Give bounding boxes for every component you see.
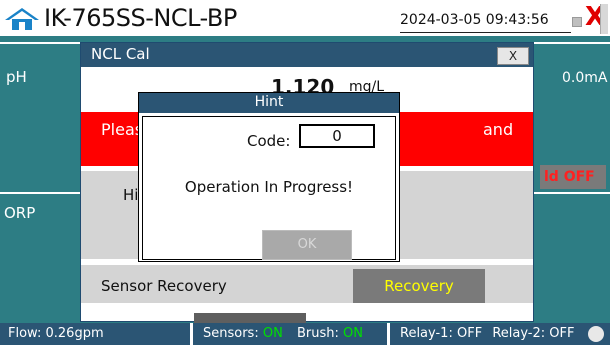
relay2-label: Relay-2:	[492, 326, 546, 341]
status-bar: Flow: 0.26gpm Sensors: ON Brush: ON Rela…	[0, 323, 610, 345]
ok-button[interactable]: OK	[262, 230, 352, 260]
status-circle-icon[interactable]	[588, 326, 604, 342]
code-input[interactable]: 0	[299, 124, 375, 148]
relay2-value: OFF	[549, 326, 575, 341]
hint-titlebar: Hint	[139, 93, 399, 113]
relay-status: Relay-1: OFF Relay-2: OFF	[390, 323, 584, 345]
app-title: IK-765SS-NCL-BP	[44, 4, 237, 32]
ncl-cal-titlebar: NCL Cal X	[81, 43, 533, 67]
orp-label: ORP	[4, 204, 36, 222]
sensors-brush-status: Sensors: ON Brush: ON	[193, 323, 387, 345]
flow-value: 0.26gpm	[45, 326, 104, 341]
datetime-display: 2024-03-05 09:43:56	[400, 12, 549, 28]
instruction-text-left: Pleas	[101, 120, 144, 139]
app-header: IK-765SS-NCL-BP 2024-03-05 09:43:56 X	[0, 0, 610, 36]
header-scroll-edge	[600, 4, 608, 34]
ncl-cal-close-button[interactable]: X	[497, 47, 529, 65]
ncl-bottom-button[interactable]	[194, 313, 306, 323]
sensor-recovery-label: Sensor Recovery	[101, 277, 227, 295]
sensors-value: ON	[262, 326, 283, 341]
brush-value: ON	[343, 326, 363, 341]
brush-label: Brush:	[296, 326, 339, 341]
ncl-cal-title: NCL Cal	[91, 45, 150, 63]
recovery-button[interactable]: Recovery	[353, 269, 485, 303]
window-icon[interactable]	[572, 17, 582, 27]
ph-label: pH	[6, 68, 27, 86]
code-label: Code:	[247, 132, 291, 150]
hint-title: Hint	[254, 94, 284, 110]
flow-label: Flow:	[8, 326, 42, 341]
ph-current-value: 0.0mA	[562, 70, 608, 86]
instruction-text-right: and	[483, 120, 514, 139]
home-icon[interactable]	[4, 7, 40, 31]
sensors-label: Sensors:	[203, 326, 259, 341]
hint-message: Operation In Progress!	[184, 178, 354, 196]
hold-off-button[interactable]: ld OFF	[540, 165, 606, 189]
datetime-underline	[400, 32, 571, 33]
relay1-label: Relay-1:	[400, 326, 453, 341]
calibration-panel-label: Hi	[123, 186, 139, 204]
relay1-value: OFF	[456, 326, 483, 341]
flow-status: Flow: 0.26gpm	[0, 323, 190, 345]
